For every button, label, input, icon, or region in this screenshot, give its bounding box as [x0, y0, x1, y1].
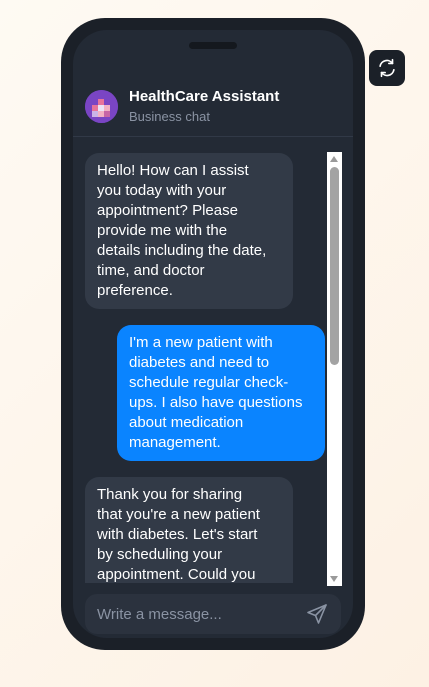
phone-frame: HealthCare Assistant Business chat Hello…	[61, 18, 365, 650]
message-composer	[85, 594, 341, 634]
assistant-name: HealthCare Assistant	[129, 88, 280, 105]
user-message: I'm a new patient with diabetes and need…	[117, 325, 325, 461]
assistant-message: Hello! How can I assist you today with y…	[85, 153, 293, 309]
refresh-icon	[379, 58, 395, 78]
send-button[interactable]	[305, 602, 329, 626]
scroll-up-arrow-icon[interactable]	[330, 156, 338, 162]
send-icon	[307, 604, 327, 624]
chat-screen: HealthCare Assistant Business chat Hello…	[73, 30, 353, 638]
phone-notch	[189, 42, 237, 49]
assistant-avatar	[85, 90, 118, 123]
message-scrollbar[interactable]	[327, 152, 342, 586]
message-list[interactable]: Hello! How can I assist you today with y…	[73, 137, 353, 583]
chat-header: HealthCare Assistant Business chat	[73, 70, 353, 137]
assistant-message: Thank you for sharing that you're a new …	[85, 477, 293, 583]
message-input[interactable]	[97, 594, 297, 634]
scroll-thumb[interactable]	[330, 167, 339, 365]
assistant-subtitle: Business chat	[129, 109, 210, 124]
scroll-down-arrow-icon[interactable]	[330, 576, 338, 582]
refresh-button[interactable]	[369, 50, 405, 86]
